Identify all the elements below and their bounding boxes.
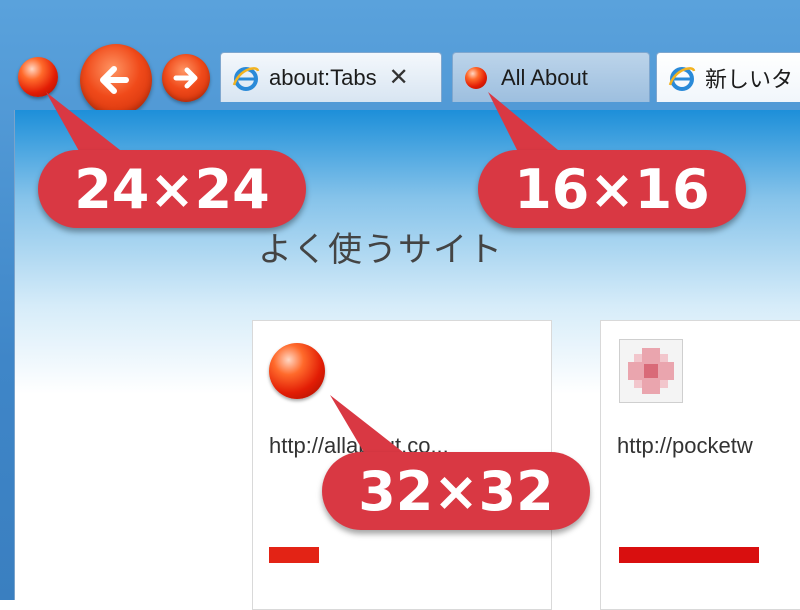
close-tab-button[interactable]: ✕ xyxy=(389,63,409,92)
tab-about-tabs[interactable]: about:Tabs ✕ xyxy=(220,52,442,102)
pixelated-favicon-icon xyxy=(619,339,683,403)
site-url: http://pocketw xyxy=(617,433,753,458)
size-callout-32: 32×32 xyxy=(322,452,590,530)
favicon-orb-icon xyxy=(465,66,487,89)
tab-label: about:Tabs xyxy=(269,64,377,90)
orb-favicon-icon xyxy=(269,343,325,399)
forward-button[interactable] xyxy=(162,54,210,102)
arrow-right-icon xyxy=(173,67,198,89)
tab-label: All About xyxy=(501,64,588,90)
tab-new-tab[interactable]: 新しいタ xyxy=(656,52,800,102)
activity-bar xyxy=(619,547,759,563)
tab-all-about[interactable]: All About xyxy=(452,52,650,102)
size-callout-24: 24×24 xyxy=(38,150,306,228)
back-button[interactable] xyxy=(80,44,152,116)
ie-icon xyxy=(232,66,260,91)
activity-bar xyxy=(269,547,319,563)
ie-icon xyxy=(668,66,696,91)
browser-toolbar: about:Tabs ✕ All About 新しいタ xyxy=(0,40,800,116)
arrow-left-icon xyxy=(100,66,129,94)
favicon-24-icon xyxy=(18,57,58,97)
size-callout-16: 16×16 xyxy=(478,150,746,228)
tab-label: 新しいタ xyxy=(705,66,794,92)
section-title: よく使うサイト xyxy=(258,230,503,270)
site-card[interactable]: http://pocketw xyxy=(600,320,800,610)
